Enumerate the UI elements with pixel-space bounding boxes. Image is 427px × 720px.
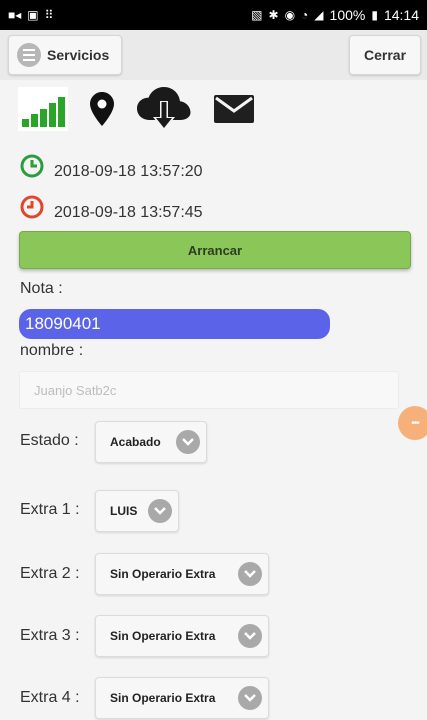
estado-select[interactable]: Acabado bbox=[95, 421, 207, 463]
extra2-select[interactable]: Sin Operario Extra bbox=[95, 553, 269, 595]
top-bar: Servicios Cerrar bbox=[0, 30, 427, 80]
battery-percent: 100% bbox=[329, 7, 366, 23]
chevron-down-icon bbox=[148, 499, 172, 523]
estado-label: Estado : bbox=[20, 432, 79, 449]
close-button[interactable]: Cerrar bbox=[349, 35, 421, 75]
extra4-value: Sin Operario Extra bbox=[110, 691, 216, 705]
signal-strength-icon bbox=[18, 87, 68, 131]
start-time-row: 2018-09-18 13:57:20 bbox=[20, 151, 203, 181]
chevron-down-icon bbox=[238, 686, 262, 710]
email-icon[interactable] bbox=[214, 95, 254, 123]
nombre-input[interactable] bbox=[19, 371, 399, 409]
extra4-select[interactable]: Sin Operario Extra bbox=[95, 677, 269, 719]
start-button[interactable]: Arrancar bbox=[19, 231, 411, 269]
bluetooth-icon: ✱ bbox=[268, 8, 279, 22]
services-label: Servicios bbox=[47, 47, 110, 63]
alarm-icon: ◉ bbox=[284, 8, 296, 22]
floating-more-button[interactable]: ••• bbox=[398, 406, 427, 440]
nota-field[interactable]: 18090401 bbox=[19, 309, 330, 339]
chevron-down-icon bbox=[238, 624, 262, 648]
start-label: Arrancar bbox=[187, 242, 243, 258]
cloud-download-icon[interactable] bbox=[136, 86, 192, 132]
nota-label: Nota : bbox=[20, 280, 63, 297]
status-right: ▧ ✱ ◉ ◔ ◢ 100% ▮ 14:14 bbox=[251, 7, 419, 23]
cast-icon: ▧ bbox=[251, 8, 263, 22]
battery-icon: ▮ bbox=[371, 8, 378, 22]
more-icon: ••• bbox=[411, 417, 419, 429]
extra3-select[interactable]: Sin Operario Extra bbox=[95, 615, 269, 657]
chevron-down-icon bbox=[238, 562, 262, 586]
services-button[interactable]: Servicios bbox=[8, 35, 122, 75]
nombre-label: nombre : bbox=[20, 342, 84, 359]
apps-icon: ⠿ bbox=[44, 8, 54, 22]
start-time: 2018-09-18 13:57:20 bbox=[54, 163, 203, 180]
clock-green-icon bbox=[20, 154, 44, 178]
status-icons-row bbox=[18, 86, 254, 132]
end-time: 2018-09-18 13:57:45 bbox=[54, 204, 203, 221]
nota-value: 18090401 bbox=[25, 314, 101, 333]
menu-icon bbox=[17, 43, 41, 67]
wifi-icon: ◔ bbox=[301, 8, 309, 22]
video-icon: ■◂ bbox=[8, 8, 22, 22]
status-bar: ■◂ ▣ ⠿ ▧ ✱ ◉ ◔ ◢ 100% ▮ 14:14 bbox=[0, 0, 427, 30]
extra3-value: Sin Operario Extra bbox=[110, 629, 216, 643]
extra2-value: Sin Operario Extra bbox=[110, 567, 216, 581]
extra1-value: LUIS bbox=[110, 504, 138, 518]
message-icon: ▣ bbox=[27, 8, 39, 22]
close-label: Cerrar bbox=[363, 47, 407, 63]
end-time-row: 2018-09-18 13:57:45 bbox=[20, 192, 203, 222]
extra1-select[interactable]: LUIS bbox=[95, 490, 179, 532]
clock-red-icon bbox=[20, 195, 44, 219]
extra1-label: Extra 1 : bbox=[20, 501, 80, 518]
extra4-label: Extra 4 : bbox=[20, 689, 80, 706]
cell-signal-icon: ◢ bbox=[314, 8, 324, 22]
extra2-label: Extra 2 : bbox=[20, 565, 80, 582]
status-left: ■◂ ▣ ⠿ bbox=[8, 9, 53, 21]
location-pin-icon[interactable] bbox=[90, 92, 114, 126]
extra3-label: Extra 3 : bbox=[20, 627, 80, 644]
estado-value: Acabado bbox=[110, 435, 161, 449]
chevron-down-icon bbox=[176, 430, 200, 454]
status-time: 14:14 bbox=[383, 7, 419, 23]
